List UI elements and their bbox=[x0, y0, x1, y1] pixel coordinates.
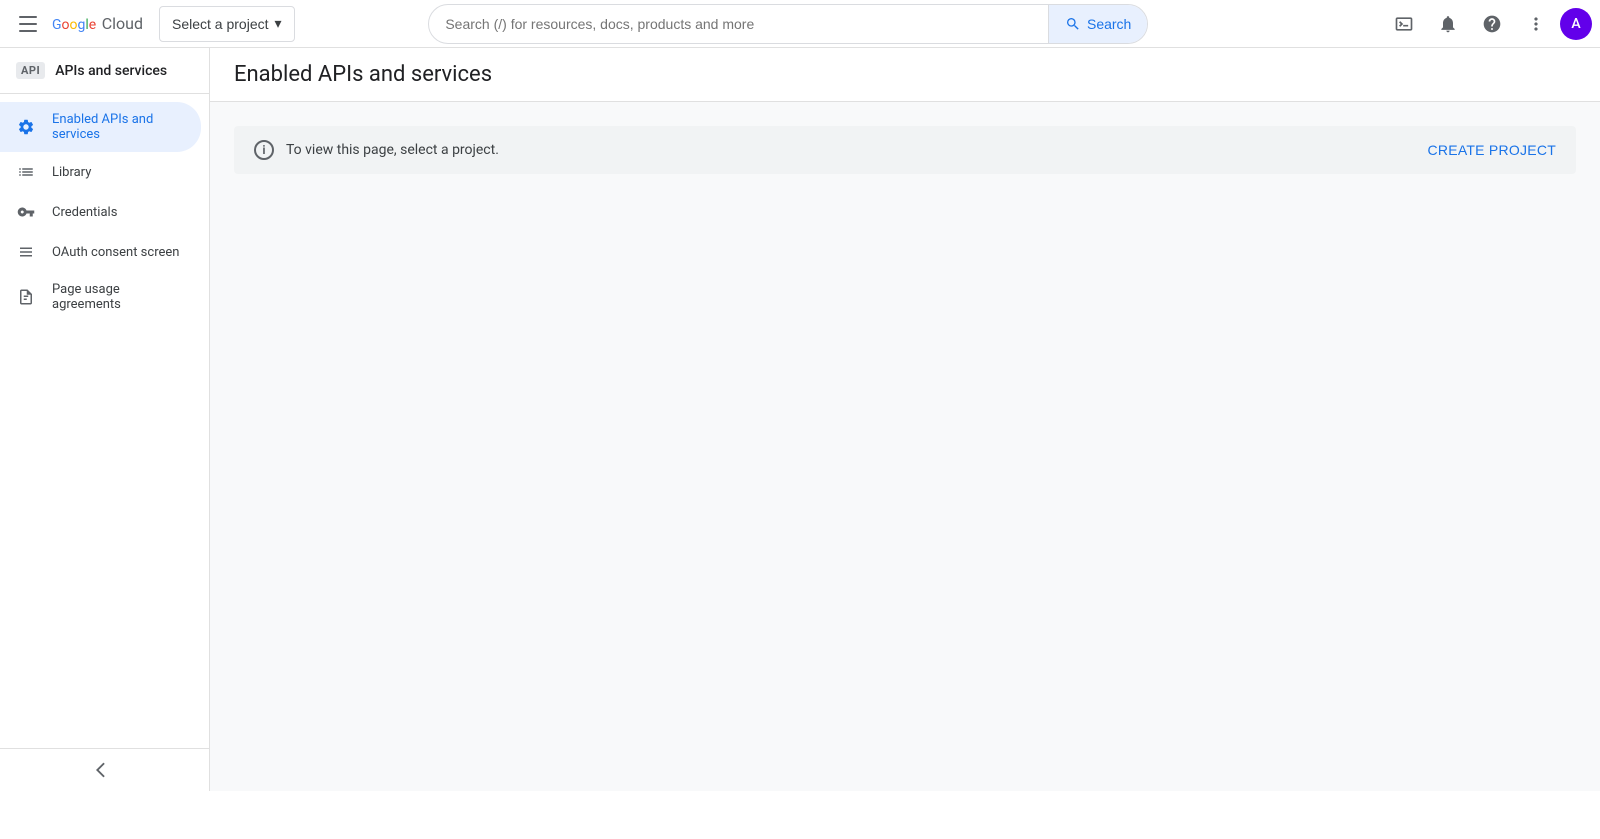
nav-icons: A bbox=[1384, 4, 1592, 44]
search-bar: Search bbox=[428, 4, 1148, 44]
more-options-button[interactable] bbox=[1516, 4, 1556, 44]
sidebar-navigation: Enabled APIs and services Library bbox=[0, 94, 209, 748]
sidebar-item-library-label: Library bbox=[52, 165, 91, 180]
info-banner-left: i To view this page, select a project. bbox=[254, 140, 499, 160]
info-icon: i bbox=[254, 140, 274, 160]
oauth-icon bbox=[16, 242, 36, 262]
logo-text: Google Cloud bbox=[52, 14, 143, 33]
api-badge: API bbox=[16, 62, 45, 79]
page-usage-icon bbox=[16, 287, 36, 307]
more-vert-icon bbox=[1526, 14, 1546, 34]
page-title: Enabled APIs and services bbox=[210, 48, 1600, 102]
notifications-icon bbox=[1438, 14, 1458, 34]
sidebar-item-oauth-consent[interactable]: OAuth consent screen bbox=[0, 232, 201, 272]
chevron-down-icon: ▾ bbox=[275, 15, 282, 32]
hamburger-menu-button[interactable] bbox=[8, 4, 48, 44]
search-input[interactable] bbox=[429, 16, 1048, 32]
project-selector-label: Select a project bbox=[172, 16, 269, 32]
google-cloud-logo[interactable]: Google Cloud bbox=[52, 14, 143, 33]
avatar[interactable]: A bbox=[1560, 8, 1592, 40]
enabled-apis-icon bbox=[16, 117, 36, 137]
project-selector-button[interactable]: Select a project ▾ bbox=[159, 6, 295, 42]
info-banner: i To view this page, select a project. C… bbox=[234, 126, 1576, 174]
top-nav: Google Cloud Select a project ▾ Search bbox=[0, 0, 1600, 48]
main-layout: API APIs and services Enabled APIs and s… bbox=[0, 48, 1600, 791]
sidebar-item-page-usage[interactable]: Page usage agreements bbox=[0, 272, 201, 322]
sidebar-item-credentials[interactable]: Credentials bbox=[0, 192, 201, 232]
sidebar-item-enabled-apis-label: Enabled APIs and services bbox=[52, 112, 185, 142]
create-project-button[interactable]: CREATE PROJECT bbox=[1428, 142, 1556, 158]
sidebar: API APIs and services Enabled APIs and s… bbox=[0, 48, 210, 791]
search-button[interactable]: Search bbox=[1048, 5, 1147, 43]
library-icon bbox=[16, 162, 36, 182]
credentials-icon bbox=[16, 202, 36, 222]
help-button[interactable] bbox=[1472, 4, 1512, 44]
sidebar-item-page-usage-label: Page usage agreements bbox=[52, 282, 185, 312]
sidebar-title: APIs and services bbox=[55, 63, 167, 79]
sidebar-item-library[interactable]: Library bbox=[0, 152, 201, 192]
collapse-sidebar-button[interactable] bbox=[0, 748, 209, 791]
hamburger-icon bbox=[19, 16, 37, 32]
sidebar-item-oauth-label: OAuth consent screen bbox=[52, 245, 179, 260]
sidebar-item-credentials-label: Credentials bbox=[52, 205, 117, 220]
help-icon bbox=[1482, 14, 1502, 34]
info-message: To view this page, select a project. bbox=[286, 142, 499, 158]
cloud-shell-icon bbox=[1394, 14, 1414, 34]
sidebar-item-enabled-apis[interactable]: Enabled APIs and services bbox=[0, 102, 201, 152]
search-button-label: Search bbox=[1087, 16, 1131, 32]
sidebar-header: API APIs and services bbox=[0, 48, 209, 94]
notifications-button[interactable] bbox=[1428, 4, 1468, 44]
collapse-icon bbox=[96, 761, 114, 779]
main-content: Enabled APIs and services i To view this… bbox=[210, 48, 1600, 791]
search-icon bbox=[1065, 16, 1081, 32]
content-body: i To view this page, select a project. C… bbox=[210, 102, 1600, 198]
cloud-shell-button[interactable] bbox=[1384, 4, 1424, 44]
